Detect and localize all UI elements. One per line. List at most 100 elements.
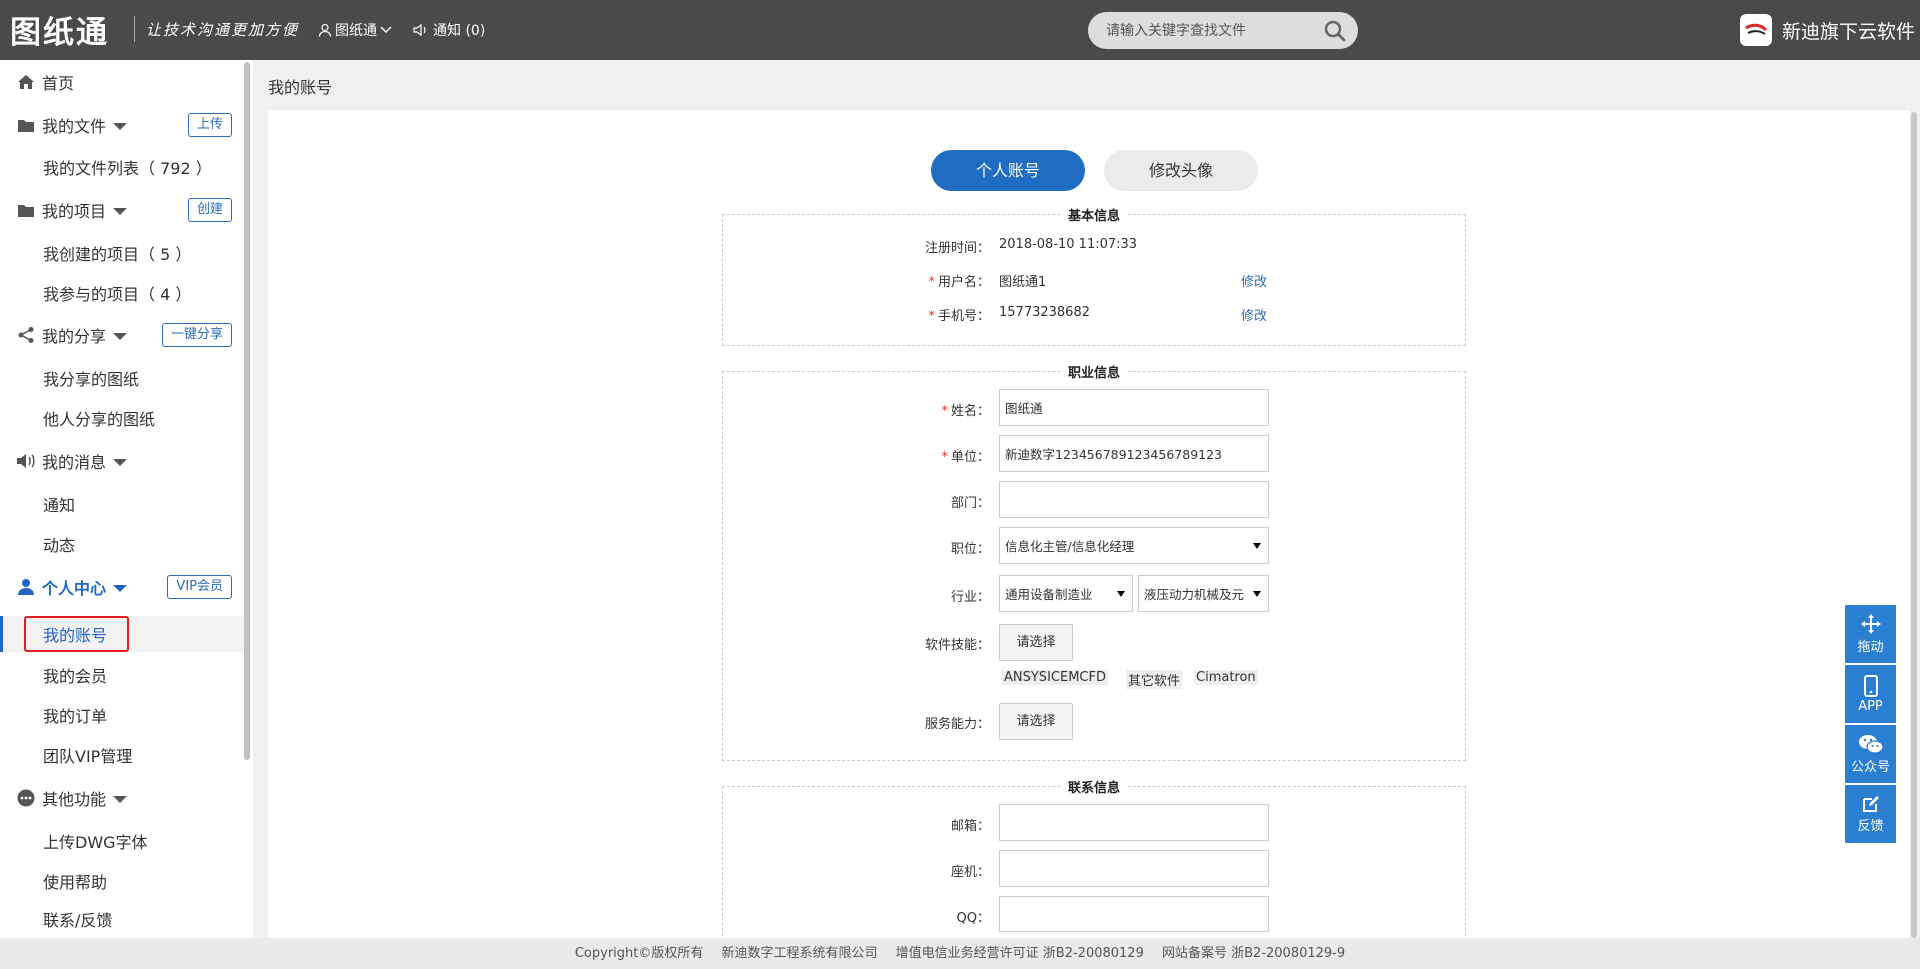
user-menu[interactable]: 图纸通 xyxy=(318,20,392,40)
sidebar-item-help[interactable]: 使用帮助 xyxy=(0,861,244,901)
sidebar-item-label: 我的消息 xyxy=(42,453,107,472)
notice-link[interactable]: 通知 (0) xyxy=(413,20,485,40)
sidebar-item-label: 其他功能 xyxy=(42,790,107,809)
upload-button[interactable]: 上传 xyxy=(187,113,232,137)
industry-select-primary[interactable]: 通用设备制造业 xyxy=(999,575,1133,612)
tab-personal-account[interactable]: 个人账号 xyxy=(931,150,1085,191)
email-field[interactable] xyxy=(999,804,1269,841)
search-input[interactable] xyxy=(1106,20,1306,40)
sidebar-item-created-projects[interactable]: 我创建的项目（ 5 ） xyxy=(0,233,244,273)
search-box xyxy=(1088,12,1358,49)
sidebar-item-my-orders[interactable]: 我的订单 xyxy=(0,695,244,735)
sidebar-item-upload-font[interactable]: 上传DWG字体 xyxy=(0,821,244,861)
position-select[interactable]: 信息化主管/信息化经理 xyxy=(999,527,1269,564)
section-title: 职业信息 xyxy=(1061,362,1127,381)
share-icon xyxy=(16,326,36,344)
brand-text: 新迪旗下云软件 xyxy=(1782,20,1916,43)
phone-icon xyxy=(1863,674,1878,697)
sidebar-item-label: 我的项目 xyxy=(42,202,107,221)
department-label: 部门： xyxy=(950,496,990,511)
search-icon[interactable] xyxy=(1324,20,1346,42)
edit-phone-link[interactable]: 修改 xyxy=(1241,305,1267,324)
quick-share-button[interactable]: 一键分享 xyxy=(161,323,232,347)
tab-change-avatar[interactable]: 修改头像 xyxy=(1104,150,1258,191)
sidebar-item-personal-center[interactable]: 个人中心 VIP会员 xyxy=(0,567,244,607)
float-label: 反馈 xyxy=(1857,818,1884,834)
notice-text: 通知 (0) xyxy=(433,23,486,39)
app-button[interactable]: APP xyxy=(1845,665,1896,723)
sidebar-item-others-shared[interactable]: 他人分享的图纸 xyxy=(0,398,244,438)
name-field[interactable]: 图纸通 xyxy=(999,389,1269,426)
reg-time-value: 2018-08-10 11:07:33 xyxy=(999,237,1138,252)
footer-license[interactable]: 增值电信业务经营许可证 浙B2-20080129 xyxy=(896,946,1144,961)
company-field[interactable]: 新迪数字123456789123456789123 xyxy=(999,435,1269,472)
footer-icp[interactable]: 网站备案号 浙B2-20080129-9 xyxy=(1162,946,1345,961)
sidebar-item-my-membership[interactable]: 我的会员 xyxy=(0,655,244,695)
caret-down-icon xyxy=(113,207,128,215)
app-logo[interactable]: 图纸通 xyxy=(10,11,109,51)
sidebar-item-file-list[interactable]: 我的文件列表（ 792 ） xyxy=(0,147,244,187)
caret-down-icon xyxy=(113,795,128,803)
highlight-outline xyxy=(24,616,129,652)
logo-divider xyxy=(134,16,135,42)
service-ability-label: 服务能力： xyxy=(924,717,990,732)
username-label: * 用户名： xyxy=(928,275,990,290)
sidebar-item-my-projects[interactable]: 我的项目 创建 xyxy=(0,190,244,230)
sidebar-item-label: 我的文件 xyxy=(42,117,107,136)
wechat-button[interactable]: 公众号 xyxy=(1845,725,1896,783)
qq-field[interactable] xyxy=(999,896,1269,932)
sidebar-item-my-shared[interactable]: 我分享的图纸 xyxy=(0,358,244,398)
department-field[interactable] xyxy=(999,481,1269,518)
industry-label: 行业： xyxy=(950,590,990,605)
more-icon xyxy=(16,789,36,807)
sidebar-item-notice[interactable]: 通知 xyxy=(0,484,244,524)
brand-link[interactable]: 新迪旗下云软件 xyxy=(1740,14,1915,46)
user-name: 图纸通 xyxy=(335,23,377,39)
footer-copyright: Copyright©版权所有 xyxy=(574,946,704,961)
landline-field[interactable] xyxy=(999,850,1269,887)
edit-username-link[interactable]: 修改 xyxy=(1241,271,1267,290)
logo-text: 图纸通 xyxy=(10,14,109,51)
sidebar-scrollbar[interactable] xyxy=(244,62,250,760)
company-label: * 单位： xyxy=(941,450,990,465)
create-project-button[interactable]: 创建 xyxy=(187,198,232,222)
speaker-icon xyxy=(16,452,36,470)
label-text: 用户名： xyxy=(937,275,990,290)
software-skills-label: 软件技能： xyxy=(924,638,990,653)
sidebar-item-joined-projects[interactable]: 我参与的项目（ 4 ） xyxy=(0,273,244,313)
section-title: 联系信息 xyxy=(1061,777,1127,796)
drag-button[interactable]: 拖动 xyxy=(1845,605,1896,663)
sidebar-item-activity[interactable]: 动态 xyxy=(0,524,244,564)
main-scrollbar[interactable] xyxy=(1911,112,1917,938)
edit-icon xyxy=(1862,795,1879,812)
select-skills-button[interactable]: 请选择 xyxy=(999,624,1073,661)
select-service-button[interactable]: 请选择 xyxy=(999,703,1073,740)
skill-tag: Cimatron xyxy=(1194,670,1258,685)
user-icon xyxy=(318,23,332,37)
sidebar: 首页 我的文件 上传 我的文件列表（ 792 ） 我的项目 创建 我创建的项目（… xyxy=(0,60,253,938)
industry-select-secondary[interactable]: 液压动力机械及元 xyxy=(1138,575,1269,612)
speaker-icon xyxy=(413,23,426,37)
vip-member-button[interactable]: VIP会员 xyxy=(167,575,232,599)
caret-down-icon xyxy=(113,584,128,592)
footer: Copyright©版权所有 新迪数字工程系统有限公司 增值电信业务经营许可证 … xyxy=(0,938,1920,969)
username-value: 图纸通1 xyxy=(999,275,1047,290)
sidebar-item-other-functions[interactable]: 其他功能 xyxy=(0,778,244,818)
footer-company[interactable]: 新迪数字工程系统有限公司 xyxy=(722,946,878,961)
sidebar-item-my-files[interactable]: 我的文件 上传 xyxy=(0,105,244,145)
sidebar-item-contact[interactable]: 联系/反馈 xyxy=(0,901,244,937)
email-label: 邮箱： xyxy=(950,819,990,834)
landline-label: 座机： xyxy=(950,865,990,880)
sidebar-item-home[interactable]: 首页 xyxy=(0,62,244,102)
page-title: 我的账号 xyxy=(268,78,333,97)
move-icon xyxy=(1860,613,1881,634)
phone-label: * 手机号： xyxy=(928,309,990,324)
top-bar: 图纸通 让技术沟通更加方便 图纸通 通知 (0) 新迪旗下云软件 xyxy=(0,0,1920,60)
sidebar-item-label: 我的分享 xyxy=(42,327,107,346)
feedback-button[interactable]: 反馈 xyxy=(1845,785,1896,843)
sidebar-item-my-messages[interactable]: 我的消息 xyxy=(0,441,244,481)
brand-logo-icon xyxy=(1740,14,1772,46)
sidebar-item-team-vip[interactable]: 团队VIP管理 xyxy=(0,735,244,775)
name-label: * 姓名： xyxy=(941,404,990,419)
sidebar-item-my-share[interactable]: 我的分享 一键分享 xyxy=(0,315,244,355)
